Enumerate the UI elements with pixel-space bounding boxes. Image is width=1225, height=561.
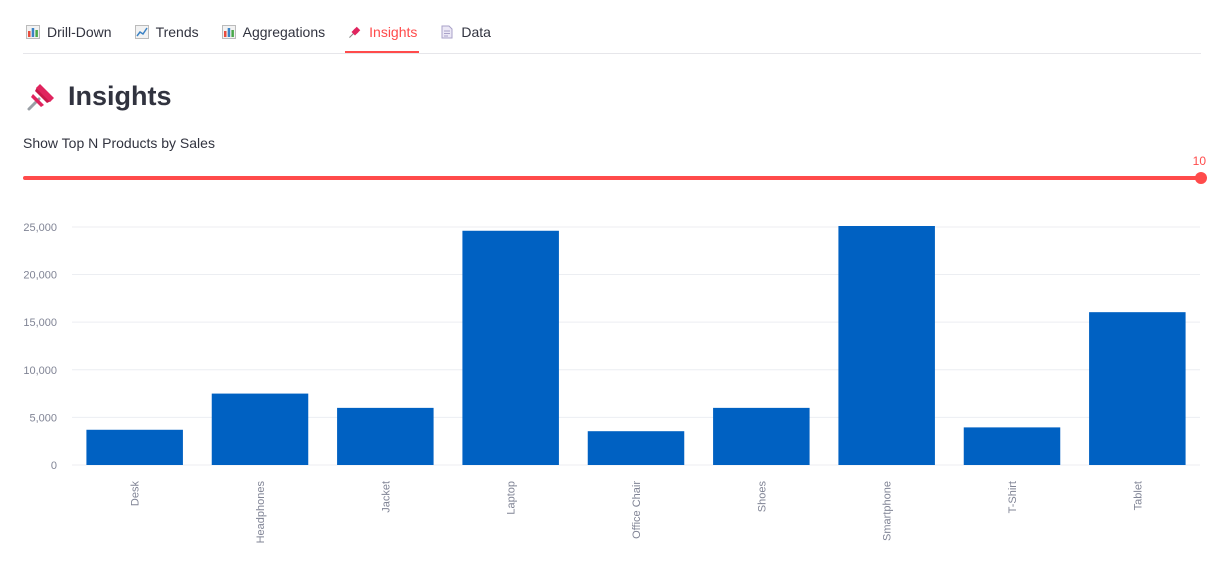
x-tick-label: Desk <box>130 481 142 507</box>
slider-thumb[interactable] <box>1195 172 1207 184</box>
bar[interactable] <box>587 431 685 465</box>
bar[interactable] <box>211 393 309 465</box>
x-tick-label: Smartphone <box>882 481 894 541</box>
line-chart-icon <box>134 24 150 40</box>
pushpin-icon <box>27 84 54 111</box>
bar[interactable] <box>462 230 559 465</box>
bar-chart-icon <box>25 24 41 40</box>
x-tick-label: Shoes <box>756 481 768 513</box>
pushpin-icon <box>347 24 363 40</box>
slider-value: 10 <box>1192 154 1206 168</box>
tab-label: Drill-Down <box>47 24 112 40</box>
bar[interactable] <box>337 407 434 465</box>
page-heading: Insights <box>26 80 172 112</box>
bar-chart: 0 5,000 10,000 15,000 20,000 25,000 Desk Headph… <box>23 222 1200 544</box>
y-tick-label: 25,000 <box>23 222 57 234</box>
tab-aggregations[interactable]: Aggregations <box>219 12 328 52</box>
tab-label: Aggregations <box>242 24 326 40</box>
x-tick-label: T-Shirt <box>1007 481 1019 513</box>
slider-track[interactable] <box>23 176 1201 180</box>
y-tick-label: 5,000 <box>29 412 57 424</box>
tab-data[interactable]: Data <box>437 12 493 52</box>
tab-label: Data <box>461 24 491 40</box>
y-tick-label: 0 <box>51 460 57 472</box>
y-tick-label: 15,000 <box>23 317 57 329</box>
bar[interactable] <box>86 429 183 465</box>
document-icon <box>439 24 455 40</box>
x-tick-label: Laptop <box>506 481 518 515</box>
x-tick-label: Headphones <box>255 481 267 544</box>
slider-label: Show Top N Products by Sales <box>23 135 215 151</box>
x-tick-label: Tablet <box>1132 481 1144 510</box>
tab-label: Trends <box>155 24 199 40</box>
tab-bar: Drill-Down Trends Aggregations Insights … <box>23 12 1201 54</box>
bar[interactable] <box>713 407 810 465</box>
y-tick-label: 10,000 <box>23 365 57 377</box>
x-tick-label: Office Chair <box>631 481 643 539</box>
bar-chart-icon <box>221 24 237 40</box>
y-tick-label: 20,000 <box>23 270 57 282</box>
tab-label: Insights <box>369 24 418 40</box>
page-title: Insights <box>68 80 172 111</box>
bar[interactable] <box>838 226 935 465</box>
tab-drill-down[interactable]: Drill-Down <box>23 12 114 52</box>
bar[interactable] <box>1089 312 1186 465</box>
x-tick-label: Jacket <box>380 481 392 513</box>
tab-trends[interactable]: Trends <box>132 12 201 52</box>
bar[interactable] <box>963 427 1061 465</box>
tab-insights[interactable]: Insights <box>345 12 420 53</box>
